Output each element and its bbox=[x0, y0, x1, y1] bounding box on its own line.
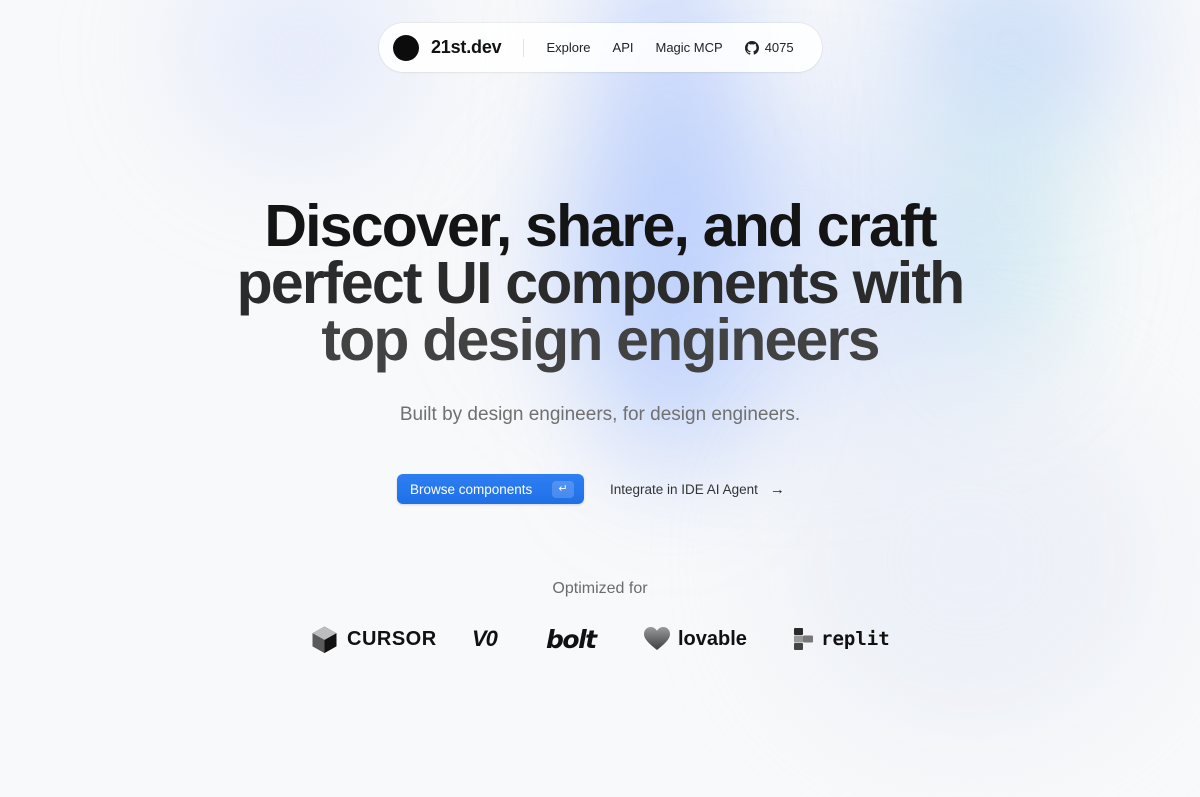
integrate-ide-label: Integrate in IDE AI Agent bbox=[610, 481, 758, 497]
browse-components-button[interactable]: Browse components ↵ bbox=[397, 474, 584, 504]
enter-key-icon: ↵ bbox=[552, 481, 574, 498]
top-navbar: 21st.dev Explore API Magic MCP 4075 bbox=[379, 23, 822, 72]
integrate-ide-button[interactable]: Integrate in IDE AI Agent → bbox=[610, 474, 785, 504]
partner-lovable-name: lovable bbox=[678, 627, 747, 650]
partner-cursor: CURSOR bbox=[312, 622, 437, 656]
github-stars-link[interactable]: 4075 bbox=[744, 40, 794, 55]
hero-title-line-2: perfect UI components with bbox=[236, 250, 966, 316]
arrow-right-icon: → bbox=[769, 480, 785, 498]
nav-divider bbox=[523, 38, 525, 57]
partner-cursor-name: CURSOR bbox=[347, 627, 437, 650]
partner-replit: replit bbox=[794, 622, 890, 656]
heart-logo-icon bbox=[644, 627, 670, 650]
nav-link-explore[interactable]: Explore bbox=[546, 40, 590, 55]
github-icon bbox=[744, 40, 759, 55]
partner-bolt: bolt bbox=[546, 622, 597, 656]
hero-title: Discover, share, and craft perfect UI co… bbox=[150, 193, 1050, 373]
brand-name[interactable]: 21st.dev bbox=[431, 37, 502, 58]
optimized-for-heading: Optimized for bbox=[552, 580, 648, 597]
hero-title-line-3: top design engineers bbox=[321, 307, 880, 373]
partner-replit-name: replit bbox=[821, 628, 890, 650]
hero-subtitle: Built by design engineers, for design en… bbox=[399, 404, 801, 425]
cursor-logo-icon bbox=[312, 626, 337, 653]
partner-v0: V0 bbox=[472, 622, 498, 656]
github-stars-count: 4075 bbox=[764, 40, 794, 55]
browse-components-label: Browse components bbox=[410, 481, 533, 497]
replit-logo-icon bbox=[794, 628, 813, 650]
partner-lovable: lovable bbox=[644, 622, 747, 656]
nav-link-magic-mcp[interactable]: Magic MCP bbox=[656, 40, 723, 55]
logo-icon[interactable] bbox=[393, 34, 419, 61]
background-gradient bbox=[0, 0, 1200, 797]
v0-logo-icon: V0 bbox=[472, 626, 498, 651]
nav-link-api[interactable]: API bbox=[613, 40, 634, 55]
cta-row: Browse components ↵ Integrate in IDE AI … bbox=[0, 474, 1200, 504]
bolt-logo-icon: bolt bbox=[546, 624, 597, 654]
hero-title-line-1: Discover, share, and craft bbox=[264, 193, 937, 259]
